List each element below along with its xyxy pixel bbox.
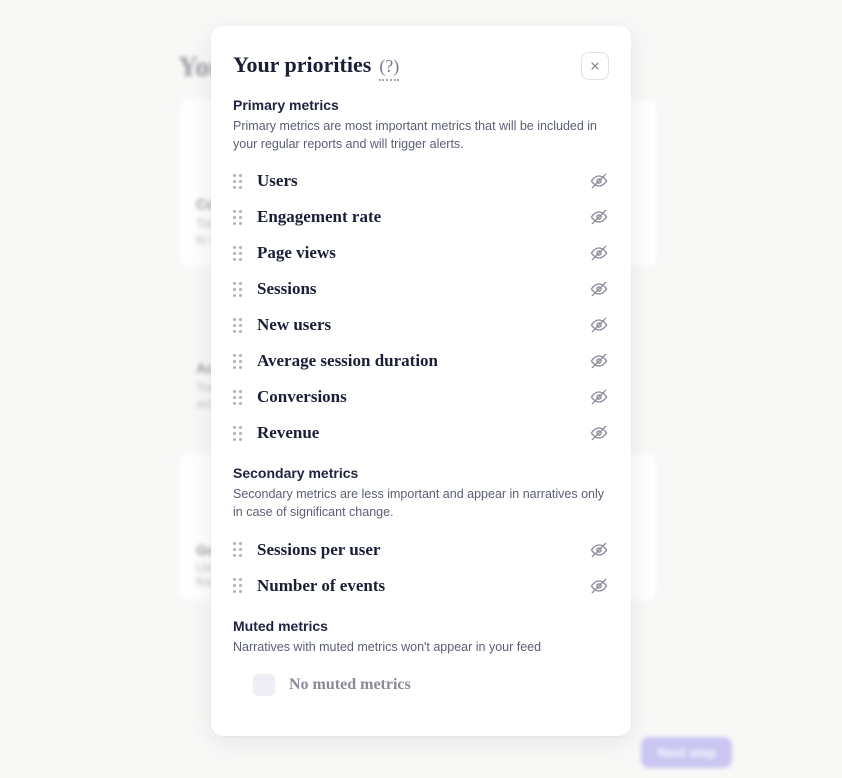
visibility-toggle[interactable]: [589, 576, 609, 596]
drag-handle-icon[interactable]: [233, 426, 245, 441]
metric-row-new-users[interactable]: New users: [233, 307, 609, 343]
visibility-toggle[interactable]: [589, 387, 609, 407]
modal-header: Your priorities (?): [233, 52, 609, 81]
eye-off-icon: [589, 387, 609, 407]
visibility-toggle[interactable]: [589, 279, 609, 299]
metric-label: Page views: [257, 243, 577, 263]
metric-row-sessions-per-user[interactable]: Sessions per user: [233, 532, 609, 568]
drag-handle-icon[interactable]: [233, 390, 245, 405]
modal-title-wrap: Your priorities (?): [233, 52, 399, 81]
visibility-toggle[interactable]: [589, 423, 609, 443]
metric-label: Sessions per user: [257, 540, 577, 560]
eye-off-icon: [589, 315, 609, 335]
metric-row-sessions[interactable]: Sessions: [233, 271, 609, 307]
metric-row-page-views[interactable]: Page views: [233, 235, 609, 271]
eye-off-icon: [589, 171, 609, 191]
help-icon[interactable]: (?): [379, 56, 399, 81]
visibility-toggle[interactable]: [589, 207, 609, 227]
placeholder-box-icon: [253, 674, 275, 696]
muted-empty-state: No muted metrics: [233, 666, 609, 696]
section-desc: Primary metrics are most important metri…: [233, 117, 609, 153]
metric-row-avg-session-duration[interactable]: Average session duration: [233, 343, 609, 379]
drag-handle-icon[interactable]: [233, 174, 245, 189]
eye-off-icon: [589, 279, 609, 299]
eye-off-icon: [589, 576, 609, 596]
visibility-toggle[interactable]: [589, 243, 609, 263]
eye-off-icon: [589, 351, 609, 371]
drag-handle-icon[interactable]: [233, 246, 245, 261]
drag-handle-icon[interactable]: [233, 542, 245, 557]
metric-row-conversions[interactable]: Conversions: [233, 379, 609, 415]
metric-label: Sessions: [257, 279, 577, 299]
metric-label: Number of events: [257, 576, 577, 596]
secondary-metrics-section: Secondary metrics Secondary metrics are …: [233, 465, 609, 603]
close-icon: [589, 60, 601, 72]
metric-label: Engagement rate: [257, 207, 577, 227]
eye-off-icon: [589, 207, 609, 227]
visibility-toggle[interactable]: [589, 315, 609, 335]
section-desc: Secondary metrics are less important and…: [233, 485, 609, 521]
metric-row-users[interactable]: Users: [233, 163, 609, 199]
drag-handle-icon[interactable]: [233, 318, 245, 333]
drag-handle-icon[interactable]: [233, 282, 245, 297]
section-title: Muted metrics: [233, 618, 609, 634]
metric-label: Conversions: [257, 387, 577, 407]
modal-title: Your priorities: [233, 52, 371, 78]
eye-off-icon: [589, 243, 609, 263]
priorities-modal: Your priorities (?) Primary metrics Prim…: [211, 26, 631, 736]
drag-handle-icon[interactable]: [233, 354, 245, 369]
metric-label: Users: [257, 171, 577, 191]
drag-handle-icon[interactable]: [233, 578, 245, 593]
metric-row-number-of-events[interactable]: Number of events: [233, 568, 609, 604]
visibility-toggle[interactable]: [589, 171, 609, 191]
close-button[interactable]: [581, 52, 609, 80]
primary-metrics-section: Primary metrics Primary metrics are most…: [233, 97, 609, 451]
visibility-toggle[interactable]: [589, 540, 609, 560]
eye-off-icon: [589, 540, 609, 560]
section-title: Secondary metrics: [233, 465, 609, 481]
metric-row-revenue[interactable]: Revenue: [233, 415, 609, 451]
eye-off-icon: [589, 423, 609, 443]
metric-label: New users: [257, 315, 577, 335]
muted-metrics-section: Muted metrics Narratives with muted metr…: [233, 618, 609, 696]
visibility-toggle[interactable]: [589, 351, 609, 371]
metric-label: Average session duration: [257, 351, 577, 371]
muted-empty-label: No muted metrics: [289, 676, 411, 694]
section-desc: Narratives with muted metrics won't appe…: [233, 638, 609, 656]
metric-row-engagement-rate[interactable]: Engagement rate: [233, 199, 609, 235]
drag-handle-icon[interactable]: [233, 210, 245, 225]
section-title: Primary metrics: [233, 97, 609, 113]
metric-label: Revenue: [257, 423, 577, 443]
